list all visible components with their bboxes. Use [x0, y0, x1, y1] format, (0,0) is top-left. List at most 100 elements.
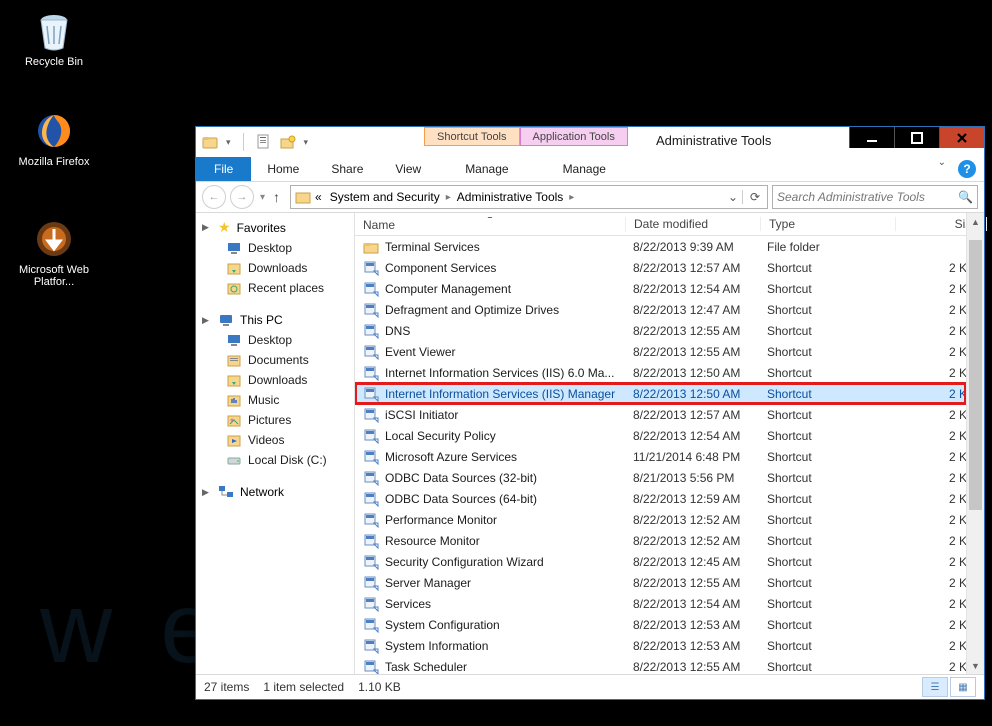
- file-name: Defragment and Optimize Drives: [385, 303, 559, 317]
- sidebar-item[interactable]: Recent places: [196, 278, 354, 298]
- close-button[interactable]: [939, 127, 984, 148]
- file-name: Local Security Policy: [385, 429, 496, 443]
- sidebar-item[interactable]: Local Disk (C:): [196, 450, 354, 470]
- chevron-right-icon[interactable]: ▸: [444, 192, 453, 203]
- pc-icon: [218, 312, 234, 328]
- file-row[interactable]: Task Scheduler8/22/2013 12:55 AMShortcut…: [355, 656, 966, 674]
- file-type: Shortcut: [759, 618, 893, 632]
- file-row[interactable]: Terminal Services8/22/2013 9:39 AMFile f…: [355, 236, 966, 257]
- file-row[interactable]: ODBC Data Sources (64-bit)8/22/2013 12:5…: [355, 488, 966, 509]
- sidebar-network[interactable]: ▶ Network: [196, 482, 354, 502]
- help-button[interactable]: ?: [958, 160, 976, 178]
- vertical-scrollbar[interactable]: ▲ ▼: [966, 213, 984, 674]
- file-row[interactable]: Microsoft Azure Services11/21/2014 6:48 …: [355, 446, 966, 467]
- separator: [243, 133, 244, 151]
- file-row[interactable]: Services8/22/2013 12:54 AMShortcut2 KB: [355, 593, 966, 614]
- file-date: 8/22/2013 12:54 AM: [625, 597, 759, 611]
- file-name: Performance Monitor: [385, 513, 497, 527]
- file-row[interactable]: Security Configuration Wizard8/22/2013 1…: [355, 551, 966, 572]
- file-row[interactable]: Defragment and Optimize Drives8/22/2013 …: [355, 299, 966, 320]
- qa-customize-icon[interactable]: ▾: [304, 137, 309, 148]
- desktop-icon-label: Recycle Bin: [16, 56, 92, 68]
- refresh-button[interactable]: ⟳: [742, 190, 767, 204]
- up-button[interactable]: ↑: [271, 189, 286, 205]
- file-type: File folder: [759, 240, 893, 254]
- ribbon-tab-share[interactable]: Share: [315, 157, 379, 181]
- ribbon-tab-home[interactable]: Home: [251, 157, 315, 181]
- qa-dropdown-icon[interactable]: ▾: [226, 137, 231, 148]
- file-row[interactable]: DNS8/22/2013 12:55 AMShortcut2 KB: [355, 320, 966, 341]
- file-row[interactable]: Resource Monitor8/22/2013 12:52 AMShortc…: [355, 530, 966, 551]
- properties-icon[interactable]: [256, 134, 272, 150]
- file-row[interactable]: Component Services8/22/2013 12:57 AMShor…: [355, 257, 966, 278]
- file-row[interactable]: Computer Management8/22/2013 12:54 AMSho…: [355, 278, 966, 299]
- scroll-up-button[interactable]: ▲: [967, 213, 984, 230]
- file-row[interactable]: Local Security Policy8/22/2013 12:54 AMS…: [355, 425, 966, 446]
- column-header-date[interactable]: Date modified: [626, 217, 761, 231]
- file-row[interactable]: iSCSI Initiator8/22/2013 12:57 AMShortcu…: [355, 404, 966, 425]
- file-row[interactable]: System Information8/22/2013 12:53 AMShor…: [355, 635, 966, 656]
- back-button[interactable]: ←: [202, 185, 226, 209]
- sidebar-item[interactable]: Pictures: [196, 410, 354, 430]
- view-details-button[interactable]: ☰: [922, 677, 948, 697]
- sidebar-item[interactable]: Downloads: [196, 258, 354, 278]
- file-date: 8/22/2013 12:55 AM: [625, 324, 759, 338]
- search-input[interactable]: Search Administrative Tools 🔍: [772, 185, 978, 209]
- sidebar-item-label: Downloads: [248, 261, 307, 275]
- file-row[interactable]: Performance Monitor8/22/2013 12:52 AMSho…: [355, 509, 966, 530]
- maximize-button[interactable]: [894, 127, 939, 148]
- desktop-icon-recycle-bin[interactable]: Recycle Bin: [16, 10, 92, 68]
- sidebar-item[interactable]: Videos: [196, 430, 354, 450]
- file-size: 2 KB: [893, 429, 966, 443]
- sidebar-item[interactable]: Documents: [196, 350, 354, 370]
- sidebar-item[interactable]: Music: [196, 390, 354, 410]
- column-header-type[interactable]: Type: [761, 217, 896, 231]
- file-name: Resource Monitor: [385, 534, 480, 548]
- ribbon-tab-view[interactable]: View: [379, 157, 437, 181]
- file-type: Shortcut: [759, 513, 893, 527]
- file-size: 2 KB: [893, 513, 966, 527]
- history-dropdown-icon[interactable]: ▾: [258, 192, 267, 203]
- ribbon-tab-manage-2[interactable]: Manage: [547, 157, 622, 181]
- address-bar[interactable]: « System and Security ▸ Administrative T…: [290, 185, 768, 209]
- file-date: 8/22/2013 12:57 AM: [625, 261, 759, 275]
- chevron-right-icon[interactable]: ▸: [567, 192, 576, 203]
- new-folder-icon[interactable]: [280, 134, 296, 150]
- expand-icon: ▶: [202, 222, 212, 233]
- minimize-button[interactable]: [849, 127, 894, 148]
- sort-indicator-icon: ▲: [363, 217, 617, 218]
- file-size: 2 KB: [893, 324, 966, 338]
- ribbon-expand-icon[interactable]: ⌄: [930, 157, 954, 181]
- file-row[interactable]: Server Manager8/22/2013 12:55 AMShortcut…: [355, 572, 966, 593]
- address-dropdown-icon[interactable]: ⌄: [724, 190, 742, 204]
- desktop-icon-webpi[interactable]: Microsoft Web Platfor...: [16, 218, 92, 288]
- file-row[interactable]: Internet Information Services (IIS) 6.0 …: [355, 362, 966, 383]
- ribbon-tab-manage-1[interactable]: Manage: [449, 157, 524, 181]
- file-row[interactable]: Event Viewer8/22/2013 12:55 AMShortcut2 …: [355, 341, 966, 362]
- context-tab-application[interactable]: Application Tools: [520, 127, 628, 146]
- sidebar-this-pc[interactable]: ▶ This PC: [196, 310, 354, 330]
- sidebar-item-label: Local Disk (C:): [248, 453, 327, 467]
- context-tab-shortcut[interactable]: Shortcut Tools: [424, 127, 520, 146]
- scroll-track[interactable]: [967, 230, 984, 657]
- sidebar-item[interactable]: Desktop: [196, 330, 354, 350]
- scroll-thumb[interactable]: [969, 240, 982, 510]
- breadcrumb-seg-2[interactable]: Administrative Tools: [453, 190, 568, 204]
- file-row[interactable]: Internet Information Services (IIS) Mana…: [355, 383, 966, 404]
- sidebar-item[interactable]: Downloads: [196, 370, 354, 390]
- sidebar-favorites[interactable]: ▶ ★ Favorites: [196, 217, 354, 238]
- ribbon-tab-file[interactable]: File: [196, 157, 251, 181]
- forward-button[interactable]: →: [230, 185, 254, 209]
- file-name: Task Scheduler: [385, 660, 467, 674]
- desktop-icon-firefox[interactable]: Mozilla Firefox: [16, 110, 92, 168]
- file-row[interactable]: System Configuration8/22/2013 12:53 AMSh…: [355, 614, 966, 635]
- scroll-down-button[interactable]: ▼: [967, 657, 984, 674]
- column-header-name[interactable]: ▲ Name: [355, 217, 626, 232]
- title-bar[interactable]: ▾ ▾ Shortcut Tools Application Tools Adm…: [196, 127, 984, 157]
- breadcrumb-root[interactable]: «: [311, 190, 326, 204]
- sidebar-item[interactable]: Desktop: [196, 238, 354, 258]
- view-large-button[interactable]: ▦: [950, 677, 976, 697]
- file-row[interactable]: ODBC Data Sources (32-bit)8/21/2013 5:56…: [355, 467, 966, 488]
- breadcrumb-seg-1[interactable]: System and Security: [326, 190, 444, 204]
- file-size: 2 KB: [893, 366, 966, 380]
